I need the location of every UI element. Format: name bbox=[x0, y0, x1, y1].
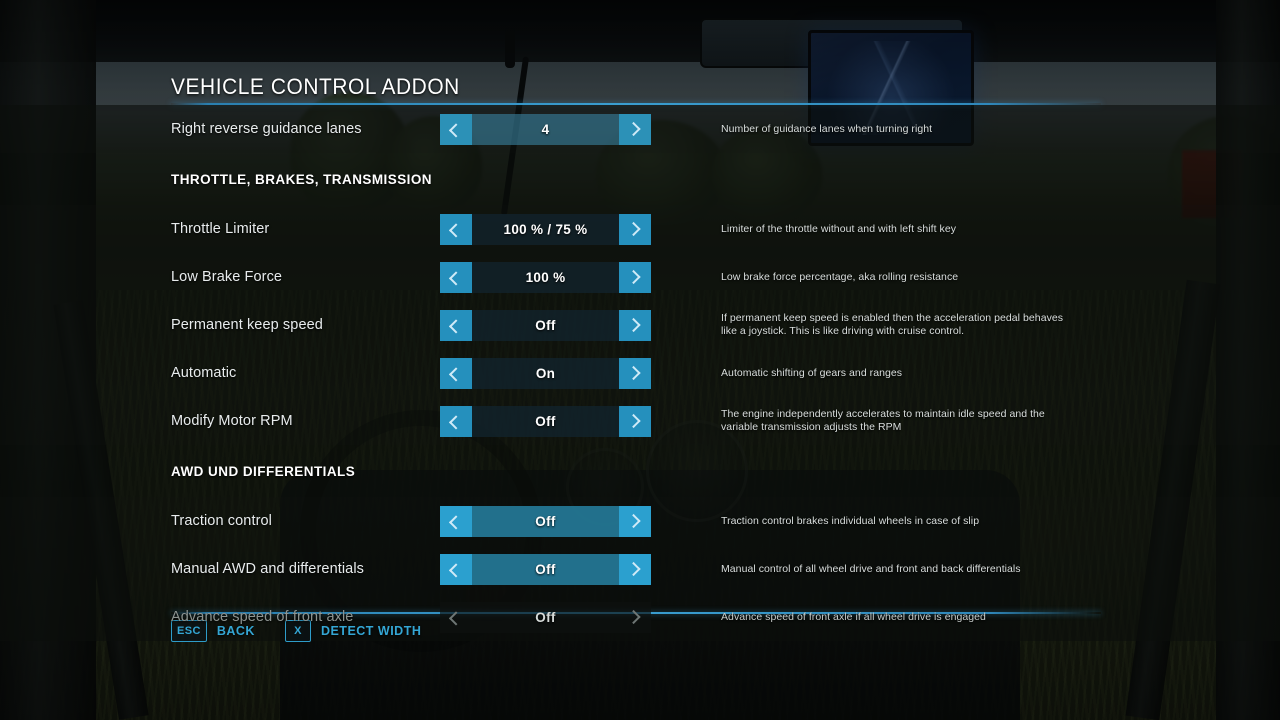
selector-value-permanent-keep-speed: Off bbox=[535, 317, 556, 333]
setting-description-permanent-keep-speed: If permanent keep speed is enabled then … bbox=[721, 312, 1064, 337]
setting-description-right-reverse-guidance-lanes: Number of guidance lanes when turning ri… bbox=[721, 122, 933, 135]
section-header: AWD UND DIFFERENTIALS bbox=[0, 445, 1280, 497]
setting-row[interactable]: Permanent keep speed Off If permanent keep… bbox=[0, 301, 1280, 349]
next-value-button-modify-motor-rpm[interactable] bbox=[619, 405, 651, 437]
setting-description-advance-speed-of-front-axle: Advance speed of front axle if all wheel… bbox=[721, 610, 986, 623]
settings-list: Right reverse guidance lanes 4 Number of g… bbox=[0, 105, 1280, 641]
setting-label-automatic: Automatic bbox=[171, 365, 237, 381]
chevron-right-icon bbox=[626, 609, 641, 625]
prev-value-button-throttle-limiter[interactable] bbox=[440, 213, 472, 245]
next-value-button-low-brake-force[interactable] bbox=[619, 261, 651, 293]
section-header: THROTTLE, BRAKES, TRANSMISSION bbox=[0, 153, 1280, 205]
selector-value-traction-control: Off bbox=[535, 513, 556, 529]
hotkey-label-back: BACK bbox=[216, 624, 255, 638]
chevron-right-icon bbox=[626, 413, 641, 429]
selector-low-brake-force[interactable]: 100 % bbox=[440, 261, 651, 293]
setting-description-automatic: Automatic shifting of gears and ranges bbox=[721, 366, 903, 379]
selector-value-right-reverse-guidance-lanes: 4 bbox=[541, 121, 550, 137]
game-screen: VEHICLE CONTROL ADDON Right reverse guid… bbox=[0, 0, 1280, 720]
setting-row[interactable]: Right reverse guidance lanes 4 Number of g… bbox=[0, 105, 1280, 153]
next-value-button-permanent-keep-speed[interactable] bbox=[619, 309, 651, 341]
selector-permanent-keep-speed[interactable]: Off bbox=[440, 309, 651, 341]
prev-value-button-modify-motor-rpm[interactable] bbox=[440, 405, 472, 437]
setting-description-throttle-limiter: Limiter of the throttle without and with… bbox=[721, 222, 957, 235]
selector-manual-awd-and-differentials[interactable]: Off bbox=[440, 553, 651, 585]
setting-row[interactable]: Manual AWD and differentials Off Manual co… bbox=[0, 545, 1280, 593]
selector-value-manual-awd-and-differentials: Off bbox=[535, 561, 556, 577]
chevron-left-icon bbox=[448, 223, 464, 238]
chevron-right-icon bbox=[626, 513, 641, 529]
setting-description-low-brake-force: Low brake force percentage, aka rolling … bbox=[721, 270, 959, 283]
prev-value-button-low-brake-force[interactable] bbox=[440, 261, 472, 293]
setting-row[interactable]: Throttle Limiter 100 % / 75 % Limiter of t… bbox=[0, 205, 1280, 253]
prev-value-button-automatic[interactable] bbox=[440, 357, 472, 389]
chevron-right-icon bbox=[626, 365, 641, 381]
setting-row[interactable]: Modify Motor RPM Off The engine independen… bbox=[0, 397, 1280, 445]
setting-label-throttle-limiter: Throttle Limiter bbox=[171, 221, 270, 237]
selector-traction-control[interactable]: Off bbox=[440, 505, 651, 537]
setting-label-permanent-keep-speed: Permanent keep speed bbox=[171, 317, 323, 333]
selector-automatic[interactable]: On bbox=[440, 357, 651, 389]
prev-value-button-manual-awd-and-differentials[interactable] bbox=[440, 553, 472, 585]
next-value-button-right-reverse-guidance-lanes[interactable] bbox=[619, 113, 651, 145]
selector-value-low-brake-force: 100 % bbox=[525, 269, 566, 285]
selector-value-modify-motor-rpm: Off bbox=[535, 413, 556, 429]
chevron-left-icon bbox=[448, 319, 464, 334]
selector-value-throttle-limiter: 100 % / 75 % bbox=[503, 221, 588, 237]
prev-value-button-advance-speed-of-front-axle bbox=[440, 602, 472, 633]
chevron-left-icon bbox=[448, 123, 464, 138]
next-value-button-manual-awd-and-differentials[interactable] bbox=[619, 553, 651, 585]
setting-label-advance-speed-of-front-axle: Advance speed of front axle bbox=[171, 609, 354, 625]
section-throttle-brakes-transmission: THROTTLE, BRAKES, TRANSMISSION bbox=[171, 171, 433, 187]
hotkey-label-detect-width: DETECT WIDTH bbox=[320, 624, 422, 638]
chevron-left-icon bbox=[448, 367, 464, 382]
prev-value-button-permanent-keep-speed[interactable] bbox=[440, 309, 472, 341]
prev-value-button-right-reverse-guidance-lanes[interactable] bbox=[440, 113, 472, 145]
chevron-left-icon bbox=[448, 271, 464, 286]
next-value-button-automatic[interactable] bbox=[619, 357, 651, 389]
next-value-button-traction-control[interactable] bbox=[619, 505, 651, 537]
settings-ui: VEHICLE CONTROL ADDON Right reverse guid… bbox=[0, 0, 1280, 720]
prev-value-button-traction-control[interactable] bbox=[440, 505, 472, 537]
chevron-right-icon bbox=[626, 269, 641, 285]
page-title: VEHICLE CONTROL ADDON bbox=[171, 74, 460, 99]
setting-label-low-brake-force: Low Brake Force bbox=[171, 269, 283, 285]
setting-row[interactable]: Low Brake Force 100 % Low brake force perc… bbox=[0, 253, 1280, 301]
section-awd-und-differentials: AWD UND DIFFERENTIALS bbox=[171, 463, 356, 479]
selector-modify-motor-rpm[interactable]: Off bbox=[440, 405, 651, 437]
chevron-left-icon bbox=[448, 611, 464, 626]
setting-description-manual-awd-and-differentials: Manual control of all wheel drive and fr… bbox=[721, 562, 1021, 575]
setting-label-traction-control: Traction control bbox=[171, 513, 272, 529]
selector-throttle-limiter[interactable]: 100 % / 75 % bbox=[440, 213, 651, 245]
chevron-right-icon bbox=[626, 121, 641, 137]
chevron-right-icon bbox=[626, 561, 641, 577]
setting-description-traction-control: Traction control brakes individual wheel… bbox=[721, 514, 980, 527]
setting-label-right-reverse-guidance-lanes: Right reverse guidance lanes bbox=[171, 121, 362, 137]
selector-value-automatic: On bbox=[535, 365, 556, 381]
chevron-right-icon bbox=[626, 317, 641, 333]
selector-advance-speed-of-front-axle: Off bbox=[440, 601, 651, 633]
selector-value-advance-speed-of-front-axle: Off bbox=[535, 609, 556, 625]
setting-description-modify-motor-rpm: The engine independently accelerates to … bbox=[721, 408, 1045, 433]
chevron-left-icon bbox=[448, 563, 464, 578]
setting-label-modify-motor-rpm: Modify Motor RPM bbox=[171, 413, 293, 429]
selector-right-reverse-guidance-lanes[interactable]: 4 bbox=[440, 113, 651, 145]
setting-row[interactable]: Automatic On Automatic shifting of gears a… bbox=[0, 349, 1280, 397]
chevron-left-icon bbox=[448, 515, 464, 530]
next-value-button-throttle-limiter[interactable] bbox=[619, 213, 651, 245]
next-value-button-advance-speed-of-front-axle bbox=[619, 602, 651, 633]
setting-row[interactable]: Traction control Off Traction control brak… bbox=[0, 497, 1280, 545]
chevron-right-icon bbox=[626, 221, 641, 237]
chevron-left-icon bbox=[448, 415, 464, 430]
setting-label-manual-awd-and-differentials: Manual AWD and differentials bbox=[171, 561, 365, 577]
